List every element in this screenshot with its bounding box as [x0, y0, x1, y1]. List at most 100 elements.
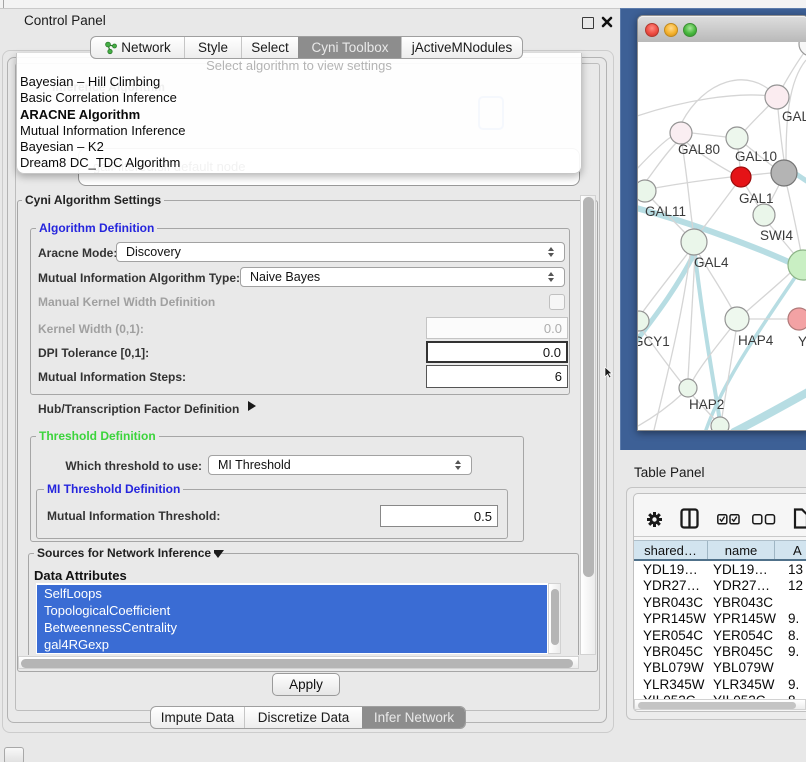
tab-cyni-toolbox-label: Cyni Toolbox: [311, 40, 388, 55]
attribute-list-scrollbar[interactable]: [548, 583, 561, 654]
table-row[interactable]: YER054CYER054C8.: [634, 627, 806, 643]
tab-select[interactable]: Select: [241, 37, 298, 58]
unchecked-boxes-icon[interactable]: [752, 514, 776, 525]
float-icon[interactable]: [582, 17, 594, 29]
apply-button-label: Apply: [289, 677, 323, 692]
table-row[interactable]: YDR27…YDR27…12: [634, 577, 806, 593]
column-header-partial[interactable]: A: [775, 541, 806, 560]
kernel-width-input[interactable]: 0.0: [426, 317, 568, 339]
data-attribute-item[interactable]: SelfLoops: [37, 585, 547, 602]
tab-network-label: Network: [121, 40, 171, 55]
network-node[interactable]: [765, 85, 789, 109]
network-window-titlebar[interactable]: [638, 16, 806, 43]
table-row[interactable]: YBR043CYBR043C: [634, 594, 806, 610]
network-node[interactable]: [788, 250, 806, 280]
network-node-label: Y: [798, 334, 806, 349]
network-node-label: GAL10: [735, 149, 777, 164]
algorithm-option[interactable]: Dream8 DC_TDC Algorithm: [20, 155, 578, 171]
network-node-label: GAL: [782, 109, 806, 124]
manual-kernel-label: Manual Kernel Width Definition: [38, 295, 215, 309]
dpi-tolerance-input[interactable]: 0.0: [426, 341, 568, 363]
algorithm-option[interactable]: Bayesian – Hill Climbing: [20, 74, 578, 90]
algorithm-option[interactable]: Mutual Information Inference: [20, 123, 578, 139]
attribute-list: SelfLoopsTopologicalCoefficientBetweenne…: [36, 583, 561, 654]
data-attribute-item[interactable]: gal4RGexp: [37, 636, 547, 653]
mi-type-combo[interactable]: Naive Bayes: [240, 267, 565, 287]
table-row[interactable]: YBL079WYBL079W: [634, 659, 806, 675]
algorithm-option[interactable]: Basic Correlation Inference: [20, 90, 578, 106]
network-node-label: GAL1: [739, 191, 774, 206]
table-row[interactable]: YBR045CYBR045C9.: [634, 643, 806, 659]
aracne-mode-combo[interactable]: Discovery: [116, 242, 565, 262]
tab-impute-data[interactable]: Impute Data: [151, 707, 244, 728]
bottom-tabs: Impute Data Discretize Data Infer Networ…: [150, 706, 466, 729]
column-header-name[interactable]: name: [708, 541, 775, 560]
network-node[interactable]: [638, 180, 656, 202]
kernel-width-label: Kernel Width (0,1):: [38, 322, 144, 336]
split-column-icon[interactable]: [680, 508, 699, 529]
network-canvas[interactable]: GALGAL80GAL10GAL1GAL11SWI4GAL4GCY1HAP4YH…: [638, 42, 806, 430]
tab-discretize-data-label: Discretize Data: [258, 710, 350, 725]
checked-boxes-icon[interactable]: [717, 514, 740, 525]
table-row[interactable]: YDL19…YDL19…13: [634, 561, 806, 577]
tab-cyni-toolbox[interactable]: Cyni Toolbox: [298, 37, 401, 58]
manual-kernel-checkbox[interactable]: [549, 294, 565, 310]
network-node-label: GCY1: [638, 334, 670, 349]
minimize-traffic-light[interactable]: [664, 23, 678, 37]
gear-icon[interactable]: [646, 511, 663, 528]
network-node-label: GAL80: [678, 142, 720, 157]
tab-impute-data-label: Impute Data: [161, 710, 235, 725]
network-node[interactable]: [681, 229, 707, 255]
aracne-mode-value: Discovery: [126, 245, 181, 259]
network-node[interactable]: [725, 307, 749, 331]
control-panel-titlebar[interactable]: Control Panel: [0, 9, 620, 33]
network-node[interactable]: [679, 379, 697, 397]
algorithm-option[interactable]: ARACNE Algorithm: [20, 107, 578, 123]
tab-style[interactable]: Style: [184, 37, 241, 58]
apply-button[interactable]: Apply: [272, 673, 340, 696]
table-horizontal-scrollbar[interactable]: [634, 699, 806, 710]
which-threshold-combo[interactable]: MI Threshold: [208, 455, 472, 475]
kernel-width-value: 0.0: [544, 321, 562, 336]
tab-infer-network-label: Infer Network: [374, 710, 454, 725]
network-node-label: GAL11: [645, 204, 686, 219]
document-icon[interactable]: [793, 508, 806, 529]
network-node[interactable]: [726, 127, 748, 149]
tab-discretize-data[interactable]: Discretize Data: [244, 707, 362, 728]
zoom-traffic-light[interactable]: [683, 23, 697, 37]
which-threshold-label: Which threshold to use:: [60, 459, 202, 473]
network-window[interactable]: GALGAL80GAL10GAL1GAL11SWI4GAL4GCY1HAP4YH…: [637, 15, 806, 431]
sources-group-title: Sources for Network Inference: [34, 546, 214, 560]
data-attribute-item[interactable]: TopologicalCoefficient: [37, 602, 547, 619]
control-panel-tabs: Network Style Select Cyni Toolbox jActiv…: [90, 36, 523, 59]
algorithm-definition-title: Algorithm Definition: [36, 221, 157, 235]
mi-type-value: Naive Bayes: [250, 270, 320, 284]
table-row[interactable]: YLR345WYLR345W9.: [634, 676, 806, 692]
table-row[interactable]: YPR145WYPR145W9.: [634, 610, 806, 626]
mi-threshold-label: Mutual Information Threshold:: [47, 509, 220, 523]
algorithm-list: Bayesian – Hill ClimbingBasic Correlatio…: [20, 74, 578, 172]
data-attribute-item[interactable]: BetweennessCentrality: [37, 619, 547, 636]
spinner-icon: [455, 459, 462, 471]
tab-style-label: Style: [198, 40, 228, 55]
network-node[interactable]: [788, 308, 806, 330]
close-traffic-light[interactable]: [645, 23, 659, 37]
column-header-shared-name[interactable]: shared…: [634, 541, 708, 560]
network-node-label: HAP2: [689, 397, 724, 412]
network-node[interactable]: [753, 204, 775, 226]
network-node[interactable]: [670, 122, 692, 144]
network-node[interactable]: [711, 417, 729, 430]
settings-horizontal-scrollbar[interactable]: [18, 656, 579, 669]
network-node[interactable]: [731, 167, 751, 187]
algorithm-option[interactable]: Bayesian – K2: [20, 139, 578, 155]
hub-expand-icon[interactable]: [248, 401, 256, 411]
close-icon[interactable]: [601, 16, 613, 28]
panel-corner-button[interactable]: [4, 747, 24, 762]
tab-jactivemnodules[interactable]: jActiveMNodules: [401, 37, 522, 58]
tab-infer-network[interactable]: Infer Network: [362, 707, 465, 728]
settings-vertical-scrollbar[interactable]: [580, 195, 596, 655]
mi-steps-input[interactable]: 6: [426, 365, 568, 388]
mi-threshold-input[interactable]: 0.5: [380, 505, 498, 527]
tab-network[interactable]: Network: [91, 37, 184, 58]
mi-steps-value: 6: [555, 369, 562, 384]
